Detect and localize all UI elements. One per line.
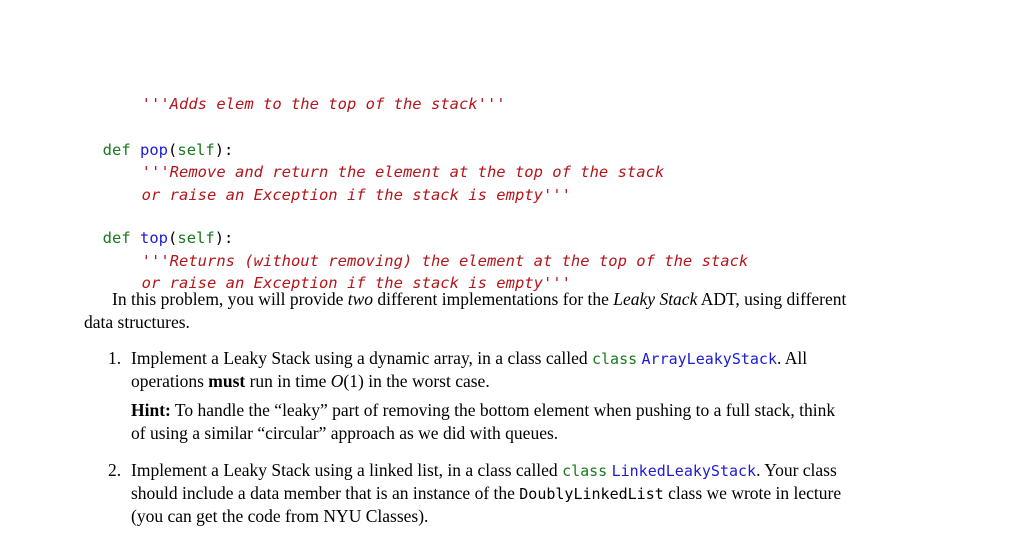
pop-docstring-line2: or raise an Exception if the stack is em… — [141, 186, 571, 204]
item2-line3: (you can get the code from NYU Classes). — [131, 506, 429, 526]
class-keyword: class — [562, 462, 608, 480]
item1-hint-line2: of using a similar “circular” approach a… — [131, 423, 559, 443]
class-name: LinkedLeakyStack — [611, 462, 757, 480]
intro-paragraph-line2: data structures. — [84, 312, 190, 332]
item1-line1: Implement a Leaky Stack using a dynamic … — [131, 348, 808, 368]
class-keyword: class — [591, 350, 638, 368]
list-item-number: 2. — [108, 460, 122, 480]
push-docstring: '''Adds elem to the top of the stack''' — [141, 95, 506, 113]
class-reference: DoublyLinkedList — [519, 485, 664, 503]
item2-line2: should include a data member that is an … — [131, 483, 842, 503]
top-docstring-line2: or raise an Exception if the stack is em… — [141, 274, 571, 292]
item2-line1: Implement a Leaky Stack using a linked l… — [131, 460, 837, 480]
list-item-number: 1. — [108, 348, 122, 368]
class-name: ArrayLeakyStack — [641, 350, 777, 368]
item1-line2: operations must run in time O(1) in the … — [131, 371, 490, 391]
intro-paragraph-line1: In this problem, you will provide two di… — [112, 289, 847, 309]
item1-hint-line1: Hint: To handle the “leaky” part of remo… — [131, 400, 836, 420]
